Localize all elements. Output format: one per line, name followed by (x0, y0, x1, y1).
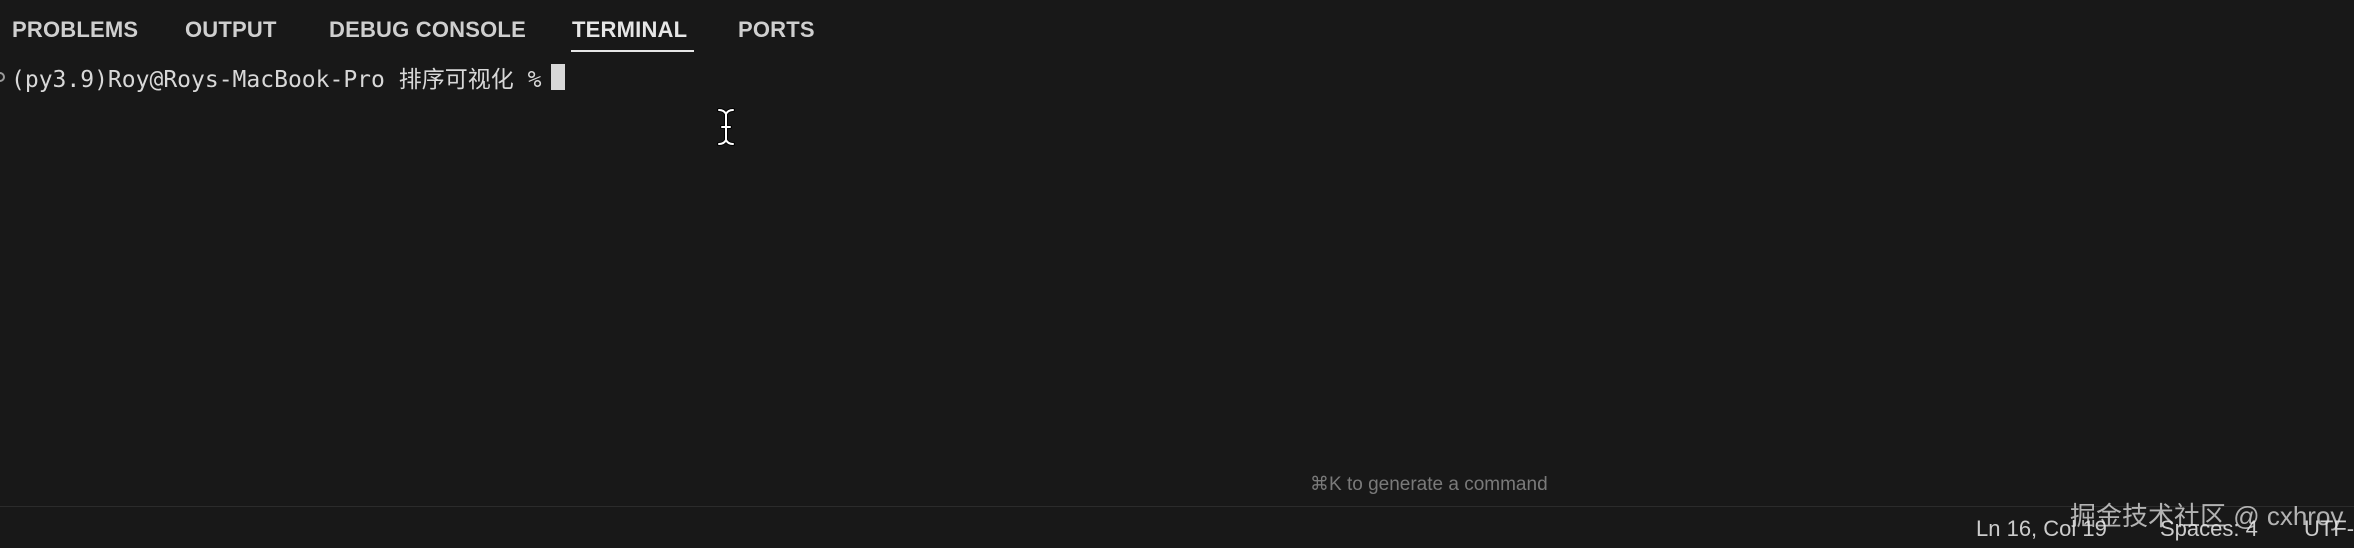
status-encoding[interactable]: UTF-8 (2304, 516, 2354, 542)
terminal-prompt: (py3.9)Roy@Roys-MacBook-Pro 排序可视化 % (11, 67, 542, 93)
status-bar: Ln 16, Col 19 Spaces: 4 UTF-8 (0, 507, 2354, 548)
tab-output[interactable]: OUTPUT (185, 17, 277, 43)
terminal-cursor (551, 64, 566, 90)
mouse-ibeam-cursor-icon (717, 108, 735, 146)
panel-tab-bar: PROBLEMS OUTPUT DEBUG CONSOLE TERMINAL P… (0, 0, 2354, 56)
command-status-dot-icon (0, 72, 5, 82)
tab-problems[interactable]: PROBLEMS (12, 17, 138, 43)
generate-command-hint: ⌘K to generate a command (1310, 474, 1548, 495)
tab-terminal[interactable]: TERMINAL (572, 17, 687, 43)
status-indentation[interactable]: Spaces: 4 (2160, 516, 2258, 542)
tab-ports[interactable]: PORTS (738, 17, 815, 43)
active-tab-indicator (571, 50, 694, 52)
status-cursor-position[interactable]: Ln 16, Col 19 (1976, 516, 2107, 542)
terminal-area[interactable]: (py3.9)Roy@Roys-MacBook-Pro 排序可视化 % (0, 56, 2354, 486)
terminal-prompt-line: (py3.9)Roy@Roys-MacBook-Pro 排序可视化 % (0, 60, 566, 94)
terminal-panel: PROBLEMS OUTPUT DEBUG CONSOLE TERMINAL P… (0, 0, 2354, 506)
tab-debug-console[interactable]: DEBUG CONSOLE (329, 17, 526, 43)
